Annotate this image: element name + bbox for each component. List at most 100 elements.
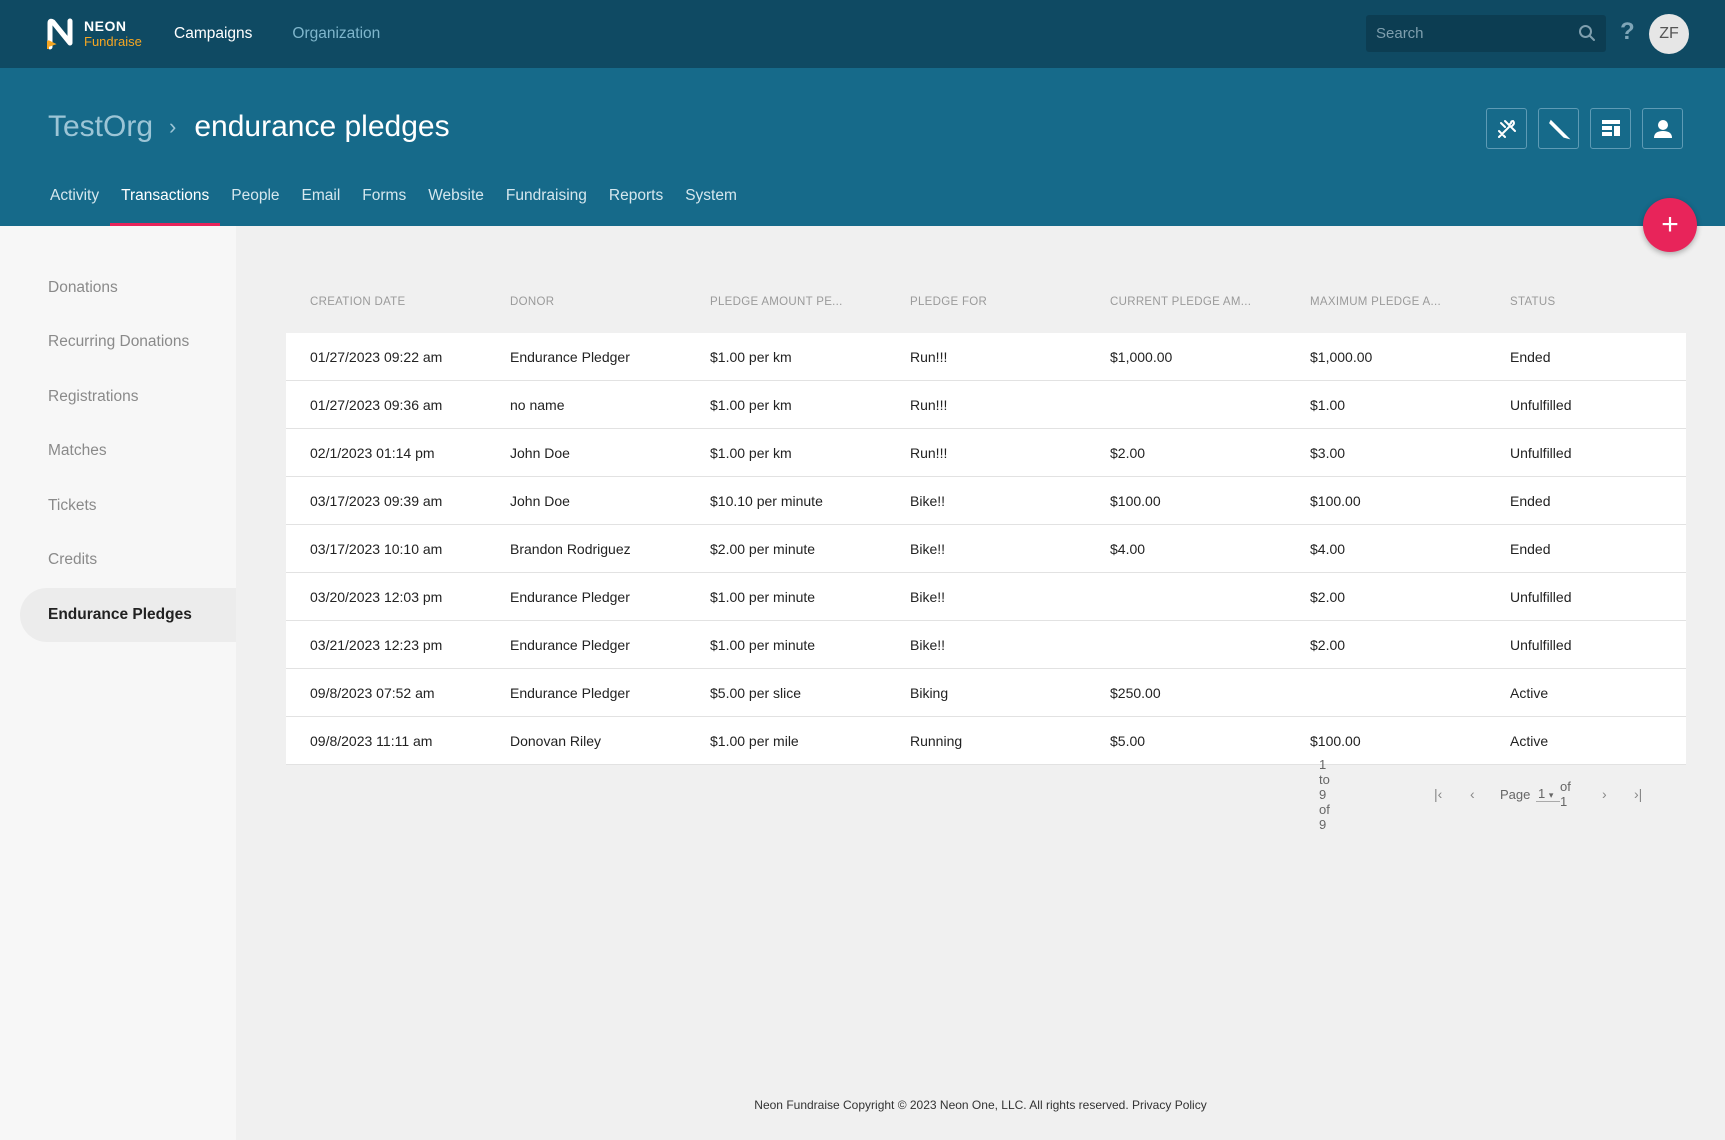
cell-donor: John Doe — [510, 444, 570, 461]
cell-maximum-pledge: $2.00 — [1310, 636, 1346, 653]
last-page-icon[interactable]: ›| — [1634, 786, 1642, 802]
help-icon[interactable]: ? — [1620, 18, 1635, 46]
sidebar-item-donations[interactable]: Donations — [20, 261, 236, 315]
cell-pledge-amount: $1.00 per km — [710, 444, 792, 461]
cell-creation-date: 09/8/2023 11:11 am — [310, 732, 433, 749]
cell-status: Active — [1510, 684, 1549, 701]
cell-status: Unfulfilled — [1510, 396, 1572, 413]
next-page-icon[interactable]: › — [1602, 786, 1607, 802]
sidebar-item-recurring-donations[interactable]: Recurring Donations — [20, 315, 236, 369]
section-tabs: Activity Transactions People Email Forms… — [48, 166, 748, 226]
cell-creation-date: 01/27/2023 09:22 am — [310, 348, 443, 365]
cell-pledge-amount: $1.00 per minute — [710, 588, 816, 605]
footer: Neon Fundraise Copyright © 2023 Neon One… — [236, 1098, 1725, 1112]
cell-pledge-for: Bike!! — [910, 492, 946, 509]
column-header-pledge-for[interactable]: PLEDGE FOR — [886, 285, 1086, 319]
cell-pledge-for: Run!!! — [910, 396, 948, 413]
page-label: Page — [1500, 786, 1531, 802]
cell-donor: Endurance Pledger — [510, 588, 630, 605]
column-header-status[interactable]: STATUS — [1486, 285, 1686, 319]
table-row[interactable]: 01/27/2023 09:22 am Endurance Pledger $1.0… — [286, 333, 1686, 381]
sidebar: Donations Recurring Donations Registrati… — [0, 226, 236, 1140]
cell-current-pledge: $100.00 — [1110, 492, 1161, 509]
tab-forms[interactable]: Forms — [351, 166, 417, 226]
tab-reports[interactable]: Reports — [598, 166, 674, 226]
pagination-summary: 1 to 9 of 9 — [1319, 756, 1330, 832]
neon-logo-icon — [46, 17, 80, 51]
user-avatar[interactable]: ZF — [1649, 14, 1689, 54]
nav-organization[interactable]: Organization — [292, 25, 380, 43]
breadcrumb-org[interactable]: TestOrg — [48, 110, 153, 144]
column-header-pledge-amount[interactable]: PLEDGE AMOUNT PE... — [686, 285, 886, 319]
table-row[interactable]: 09/8/2023 07:52 am Endurance Pledger $5.00… — [286, 669, 1686, 717]
cell-current-pledge: $4.00 — [1110, 540, 1146, 557]
table-header: CREATION DATE DONOR PLEDGE AMOUNT PE... … — [286, 285, 1686, 319]
cell-pledge-amount: $1.00 per minute — [710, 636, 816, 653]
previous-page-icon[interactable]: ‹ — [1470, 786, 1475, 802]
cell-maximum-pledge: $100.00 — [1310, 492, 1361, 509]
cell-maximum-pledge: $100.00 — [1310, 732, 1361, 749]
top-bar: NEON Fundraise Campaigns Organization ? … — [0, 0, 1725, 68]
cell-donor: Donovan Riley — [510, 732, 602, 749]
cell-pledge-amount: $1.00 per mile — [710, 732, 799, 749]
page-select[interactable]: 1 ▾ — [1536, 786, 1560, 802]
user-icon[interactable] — [1642, 108, 1683, 149]
cell-creation-date: 09/8/2023 07:52 am — [310, 684, 435, 701]
cell-pledge-for: Biking — [910, 684, 949, 701]
table-row[interactable]: 03/17/2023 10:10 am Brandon Rodriguez $2.0… — [286, 525, 1686, 573]
search-box — [1366, 15, 1606, 52]
neon-fundraise-logo[interactable]: NEON Fundraise — [46, 17, 142, 51]
table-row[interactable]: 02/1/2023 01:14 pm John Doe $1.00 per km Ru… — [286, 429, 1686, 477]
tab-email[interactable]: Email — [291, 166, 352, 226]
pen-icon[interactable] — [1538, 108, 1579, 149]
logo-text-fundraise: Fundraise — [84, 34, 142, 49]
column-header-maximum-pledge[interactable]: MAXIMUM PLEDGE A... — [1286, 285, 1486, 319]
column-header-creation-date[interactable]: CREATION DATE — [286, 285, 486, 319]
layout-icon[interactable] — [1590, 108, 1631, 149]
tab-website[interactable]: Website — [417, 166, 495, 226]
sidebar-item-endurance-pledges[interactable]: Endurance Pledges — [20, 588, 236, 642]
cell-pledge-amount: $5.00 per slice — [710, 684, 802, 701]
cell-donor: Brandon Rodriguez — [510, 540, 631, 557]
tab-activity[interactable]: Activity — [48, 166, 110, 226]
table-row[interactable]: 01/27/2023 09:36 am no name $1.00 per km Ru… — [286, 381, 1686, 429]
sidebar-item-tickets[interactable]: Tickets — [20, 479, 236, 533]
nav-campaigns[interactable]: Campaigns — [174, 25, 252, 43]
cell-pledge-for: Bike!! — [910, 588, 946, 605]
first-page-icon[interactable]: |‹ — [1434, 786, 1442, 802]
search-icon[interactable] — [1578, 24, 1596, 47]
cell-donor: no name — [510, 396, 565, 413]
cell-creation-date: 03/20/2023 12:03 pm — [310, 588, 443, 605]
sidebar-item-registrations[interactable]: Registrations — [20, 370, 236, 424]
cell-current-pledge: $2.00 — [1110, 444, 1146, 461]
cell-status: Unfulfilled — [1510, 444, 1572, 461]
column-header-current-pledge[interactable]: CURRENT PLEDGE AM... — [1086, 285, 1286, 319]
table-row[interactable]: 03/17/2023 09:39 am John Doe $10.10 per mi… — [286, 477, 1686, 525]
cell-current-pledge: $5.00 — [1110, 732, 1146, 749]
cell-status: Unfulfilled — [1510, 588, 1572, 605]
chevron-right-icon: › — [169, 114, 177, 139]
table-row[interactable]: 09/8/2023 11:11 am Donovan Riley $1.00 per… — [286, 717, 1686, 765]
cell-pledge-for: Bike!! — [910, 540, 946, 557]
cell-pledge-amount: $1.00 per km — [710, 396, 792, 413]
tab-transactions[interactable]: Transactions — [110, 166, 221, 226]
table-row[interactable]: 03/21/2023 12:23 pm Endurance Pledger $1.0… — [286, 621, 1686, 669]
tools-icon[interactable] — [1486, 108, 1527, 149]
sidebar-item-credits[interactable]: Credits — [20, 533, 236, 587]
tab-system[interactable]: System — [674, 166, 748, 226]
privacy-policy-link[interactable]: Privacy Policy — [1132, 1098, 1207, 1112]
search-input[interactable] — [1376, 25, 1566, 42]
table-row[interactable]: 03/20/2023 12:03 pm Endurance Pledger $1.0… — [286, 573, 1686, 621]
cell-status: Ended — [1510, 492, 1551, 509]
column-header-donor[interactable]: DONOR — [486, 285, 686, 319]
add-button[interactable]: + — [1643, 198, 1697, 252]
top-nav: Campaigns Organization — [174, 0, 380, 68]
cell-donor: Endurance Pledger — [510, 684, 630, 701]
tab-people[interactable]: People — [220, 166, 290, 226]
cell-status: Active — [1510, 732, 1549, 749]
tab-fundraising[interactable]: Fundraising — [495, 166, 598, 226]
cell-status: Unfulfilled — [1510, 636, 1572, 653]
sidebar-item-matches[interactable]: Matches — [20, 424, 236, 478]
page-title: endurance pledges — [194, 110, 450, 143]
pledges-table: 01/27/2023 09:22 am Endurance Pledger $1.0… — [286, 333, 1686, 765]
